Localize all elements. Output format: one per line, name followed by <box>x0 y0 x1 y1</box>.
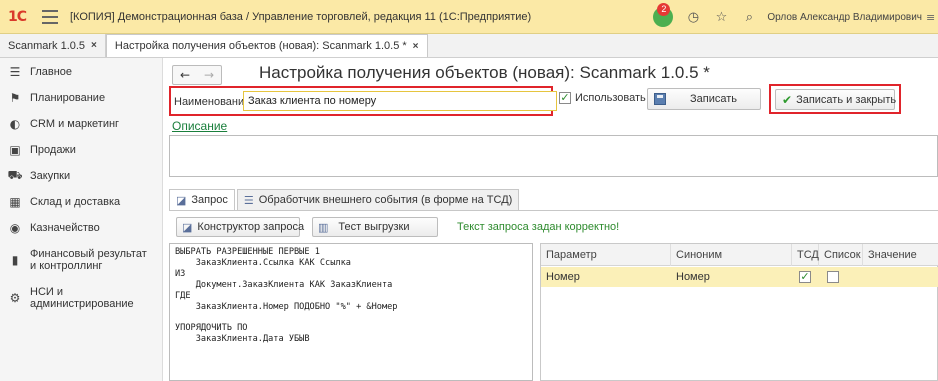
query-status: Текст запроса задан корректно! <box>457 221 620 233</box>
name-input[interactable] <box>243 91 557 111</box>
constructor-label: Конструктор запроса <box>197 221 305 233</box>
test-label: Тест выгрузки <box>338 221 410 233</box>
query-constructor-button[interactable]: ◪ Конструктор запроса <box>176 217 304 237</box>
save-and-close-button[interactable]: ✔ Записать и закрыть <box>775 89 897 110</box>
sidebar-item-label: Казначейство <box>30 222 100 234</box>
description-field[interactable] <box>169 135 938 177</box>
handler-icon: ☰ <box>243 193 254 207</box>
column-header-synonym[interactable]: Синоним <box>671 244 792 266</box>
tab-event-handler[interactable]: ☰ Обработчик внешнего события (в форме н… <box>236 189 520 211</box>
query-icon: ◪ <box>176 193 187 207</box>
tab-settings-new[interactable]: Настройка получения объектов (новая): Sc… <box>105 34 428 57</box>
form-area: ← → Настройка получения объектов (новая)… <box>163 58 938 381</box>
notification-icon[interactable]: 2 <box>653 3 674 27</box>
sidebar-item-treasury[interactable]: ◉ Казначейство <box>0 218 163 238</box>
checkmark-icon: ✔ <box>782 92 793 107</box>
tab-label: Обработчик внешнего события (в форме на … <box>258 194 513 206</box>
sidebar-item-finance[interactable]: ▮ Финансовый результат и контроллинг <box>0 246 163 274</box>
cell-list[interactable] <box>822 267 862 287</box>
title-bar-controls: 2 ◷ ☆ ⌕ Орлов Александр Владимирович ≡ <box>653 0 938 34</box>
forward-arrow-icon[interactable]: → <box>204 68 214 82</box>
column-header-value[interactable]: Значение <box>863 244 938 266</box>
page-title: Настройка получения объектов (новая): Sc… <box>259 63 710 82</box>
test-export-button[interactable]: ▥ Тест выгрузки <box>312 217 438 237</box>
more-icon[interactable]: ≡ <box>926 11 938 24</box>
name-label: Наименование: <box>174 96 254 108</box>
use-checkbox-group[interactable]: ✓ Использовать <box>559 92 646 104</box>
history-icon[interactable]: ◷ <box>683 10 703 25</box>
use-checkbox[interactable]: ✓ <box>559 92 571 104</box>
warehouse-icon: ▦ <box>9 195 21 209</box>
close-icon[interactable]: × <box>413 41 419 52</box>
sidebar-item-admin[interactable]: ⚙ НСИ и администрирование <box>0 284 163 312</box>
sidebar-item-label: Закупки <box>30 170 71 182</box>
cell-tsd[interactable]: ✓ <box>794 267 819 287</box>
form-tabs: ◪ Запрос ☰ Обработчик внешнего события (… <box>169 189 521 211</box>
table-header: Параметр Синоним ТСД Список Значение <box>541 244 938 266</box>
save-disk-icon <box>654 93 666 105</box>
column-header-param[interactable]: Параметр <box>541 244 671 266</box>
use-label: Использовать <box>575 92 646 104</box>
window-tabs: Scanmark 1.0.5 × Настройка получения объ… <box>0 34 938 58</box>
sales-icon: ▣ <box>9 143 21 157</box>
tab-label: Запрос <box>191 194 228 206</box>
menu-icon[interactable] <box>42 9 58 24</box>
barcode-icon: ▥ <box>318 220 329 234</box>
planning-icon: ⚑ <box>9 91 21 105</box>
sidebar-item-label: Склад и доставка <box>30 196 121 208</box>
sidebar-item-label: Планирование <box>30 92 106 104</box>
constructor-icon: ◪ <box>182 220 193 234</box>
save-close-label: Записать и закрыть <box>796 93 897 106</box>
parameters-table: Параметр Синоним ТСД Список Значение Ном… <box>540 243 938 381</box>
close-icon[interactable]: × <box>91 40 97 51</box>
gear-icon: ⚙ <box>9 291 21 305</box>
title-bar: 1С [КОПИЯ] Демонстрационная база / Управ… <box>0 0 938 34</box>
sidebar-item-label: Финансовый результат и контроллинг <box>30 248 147 272</box>
sidebar-item-label: Главное <box>30 66 73 78</box>
cart-icon: ⛟ <box>7 168 23 182</box>
table-row[interactable]: Номер Номер ✓ <box>541 267 938 287</box>
sidebar-item-main[interactable]: ☰ Главное <box>0 62 163 82</box>
tab-divider <box>169 210 938 211</box>
sidebar-item-label: Продажи <box>30 144 76 156</box>
navigation-buttons: ← → <box>172 65 222 85</box>
tab-scanmark[interactable]: Scanmark 1.0.5 × <box>0 34 106 57</box>
tab-query[interactable]: ◪ Запрос <box>169 189 235 211</box>
save-button[interactable]: Записать <box>647 88 761 110</box>
tab-label: Scanmark 1.0.5 <box>8 39 86 52</box>
crm-icon: ◐ <box>9 117 21 131</box>
sidebar-item-warehouse[interactable]: ▦ Склад и доставка <box>0 192 163 212</box>
search-icon[interactable]: ⌕ <box>739 10 759 25</box>
query-text: ВЫБРАТЬ РАЗРЕШЕННЫЕ ПЕРВЫЕ 1 ЗаказКлиент… <box>175 247 398 345</box>
notification-count: 2 <box>657 3 671 16</box>
tab-label: Настройка получения объектов (новая): Sc… <box>114 40 407 52</box>
column-header-tsd[interactable]: ТСД <box>792 244 819 266</box>
chart-icon: ▮ <box>11 253 19 267</box>
query-text-editor[interactable]: ВЫБРАТЬ РАЗРЕШЕННЫЕ ПЕРВЫЕ 1 ЗаказКлиент… <box>169 243 533 381</box>
app-logo[interactable]: 1С <box>8 9 36 25</box>
menu-lines-icon: ☰ <box>9 65 21 79</box>
sidebar-item-label: CRM и маркетинг <box>30 118 120 130</box>
description-link[interactable]: Описание <box>172 119 227 133</box>
cell-value[interactable] <box>863 267 938 287</box>
column-header-list[interactable]: Список <box>819 244 863 266</box>
sidebar-item-label: НСИ и администрирование <box>30 286 134 310</box>
sidebar: ☰ Главное ⚑ Планирование ◐ CRM и маркети… <box>0 58 163 381</box>
sidebar-item-sales[interactable]: ▣ Продажи <box>0 140 163 160</box>
list-checkbox[interactable] <box>827 271 839 284</box>
back-arrow-icon[interactable]: ← <box>180 68 190 82</box>
sidebar-item-purchases[interactable]: ⛟ Закупки <box>0 166 163 186</box>
treasury-icon: ◉ <box>9 221 21 235</box>
cell-param[interactable]: Номер <box>541 267 671 287</box>
name-field-highlight: Наименование: <box>169 86 557 116</box>
save-close-highlight: ✔ Записать и закрыть <box>769 84 901 114</box>
save-button-label: Записать <box>690 93 738 105</box>
sidebar-item-planning[interactable]: ⚑ Планирование <box>0 88 163 108</box>
user-name[interactable]: Орлов Александр Владимирович <box>767 12 922 23</box>
tsd-checkbox[interactable]: ✓ <box>799 271 811 284</box>
app-title: [КОПИЯ] Демонстрационная база / Управлен… <box>70 10 532 23</box>
cell-synonym[interactable]: Номер <box>671 267 792 287</box>
star-icon[interactable]: ☆ <box>711 10 731 25</box>
sidebar-item-crm[interactable]: ◐ CRM и маркетинг <box>0 114 163 134</box>
